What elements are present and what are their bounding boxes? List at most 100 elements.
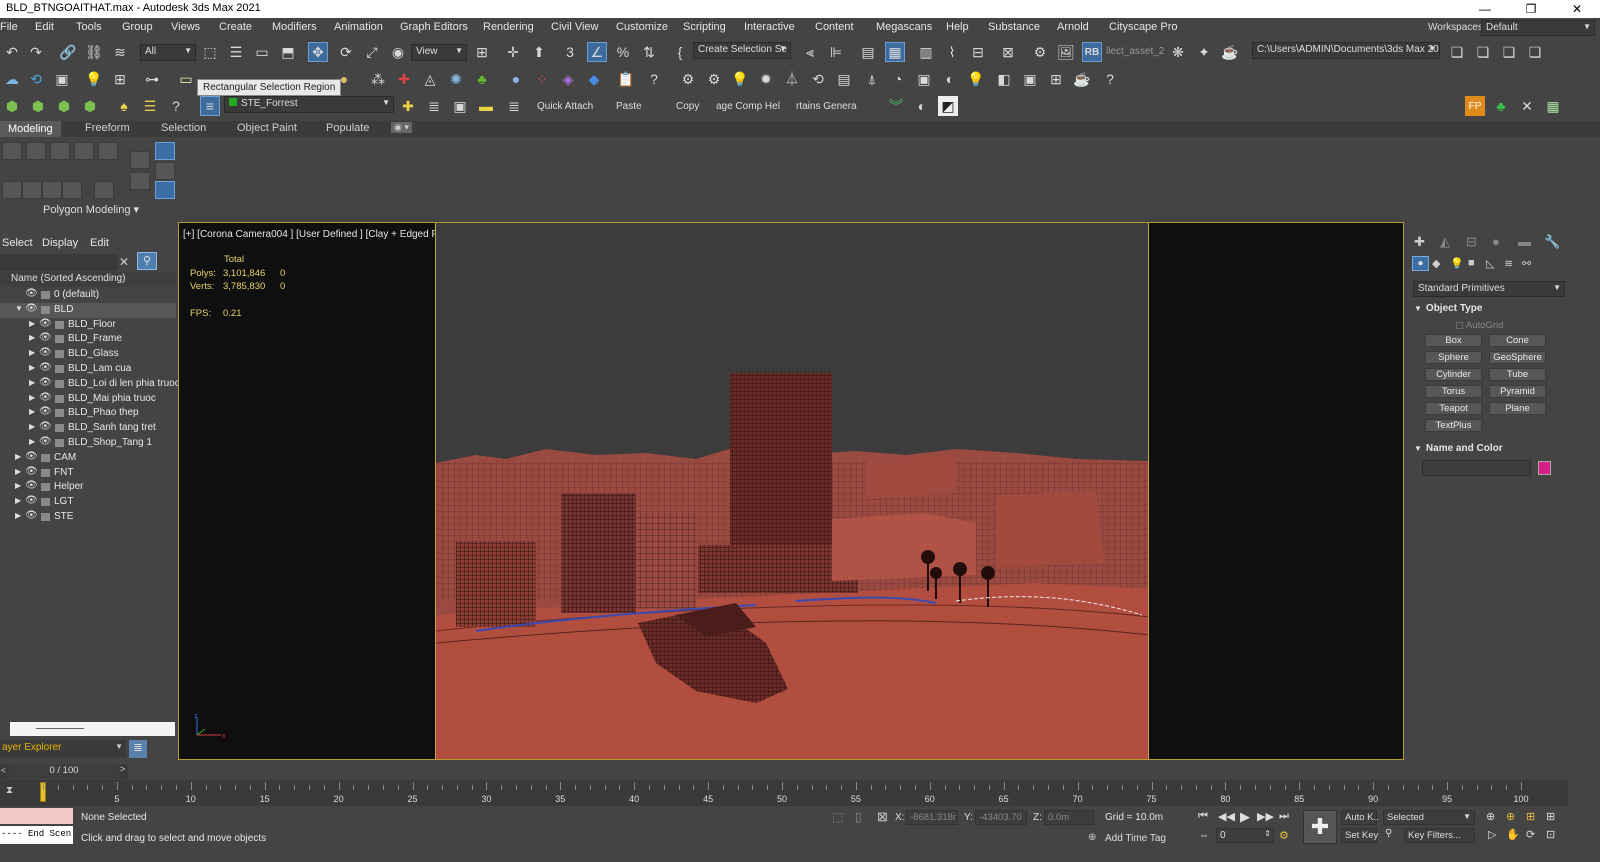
- plane-button[interactable]: Plane: [1489, 402, 1546, 415]
- list-icon[interactable]: ☰: [140, 96, 160, 116]
- polygon-tool-14-icon[interactable]: [62, 181, 82, 199]
- cameras-icon[interactable]: ■: [1468, 257, 1475, 269]
- key-mode-toggle-icon[interactable]: ⇔: [1199, 830, 1209, 841]
- polygon-tool-13-icon[interactable]: [42, 181, 62, 199]
- select-object-icon[interactable]: ⬚: [200, 42, 220, 62]
- lock-selection-icon[interactable]: ▯: [855, 810, 862, 824]
- systems-icon[interactable]: ⚯: [1522, 257, 1531, 270]
- menu-interactive[interactable]: Interactive: [744, 21, 795, 33]
- visibility-eye-icon[interactable]: 👁: [25, 288, 38, 299]
- tree-row[interactable]: ▶ 👁 BLD_Sanh tang tret: [0, 421, 176, 436]
- expand-right-icon[interactable]: ▶: [15, 467, 21, 476]
- menu-arnold[interactable]: Arnold: [1057, 21, 1089, 33]
- align-icon[interactable]: ⊫: [826, 42, 846, 62]
- key-filters-button[interactable]: Key Filters...: [1404, 828, 1475, 843]
- tree-row[interactable]: ▶ 👁 BLD_Mai phia truoc: [0, 392, 176, 407]
- tool-p-icon[interactable]: ☕: [1072, 69, 1092, 89]
- time-configuration-icon[interactable]: ⚙: [1279, 829, 1289, 842]
- zoom-extents-all-icon[interactable]: ⊞: [1546, 810, 1555, 823]
- asset-snowflake-icon[interactable]: ❋: [1168, 42, 1188, 62]
- teapot-icon[interactable]: ☕: [1220, 42, 1240, 62]
- tool-f-icon[interactable]: ⟲: [808, 69, 828, 89]
- visibility-eye-icon[interactable]: 👁: [25, 480, 38, 491]
- cloud-icon[interactable]: ☁: [2, 69, 22, 89]
- time-slider-next-icon[interactable]: >: [119, 764, 128, 779]
- play-icon[interactable]: ▶: [1240, 809, 1250, 825]
- select-and-scale-icon[interactable]: ⤢: [362, 42, 382, 62]
- tool-n-icon[interactable]: ▣: [1020, 69, 1040, 89]
- name-and-color-rollout[interactable]: ▼ Name and Color: [1414, 443, 1503, 454]
- fp-icon[interactable]: FP: [1465, 96, 1485, 116]
- expand-right-icon[interactable]: ▶: [15, 496, 21, 505]
- tool-g-icon[interactable]: ▤: [834, 69, 854, 89]
- help-icon[interactable]: ?: [1100, 69, 1120, 89]
- trains-generator-button[interactable]: rtains Genera: [796, 101, 857, 112]
- tool-d-icon[interactable]: ✹: [756, 69, 776, 89]
- bind-spacewarp-icon[interactable]: ≋: [110, 42, 130, 62]
- tree-row[interactable]: ▶ 👁 BLD_Loi di len phia truoc: [0, 377, 180, 392]
- red-tool-icon[interactable]: ✚: [394, 69, 414, 89]
- object-color-swatch[interactable]: [1538, 461, 1551, 475]
- tab-freeform[interactable]: Freeform: [85, 122, 130, 134]
- selection-filter-dropdown[interactable]: All ▼: [140, 44, 196, 61]
- box-button[interactable]: Box: [1425, 334, 1482, 347]
- z-coordinate-field[interactable]: 0.0m: [1044, 810, 1094, 825]
- layer-manager-icon[interactable]: ≡: [200, 96, 220, 116]
- selection-set-dropdown[interactable]: Selected ▼: [1383, 810, 1475, 825]
- track-bar[interactable]: ⧗ 5 10 15 20 25 30 35 40 45 50 55 60 65 70 75 80 85 90 95 1…: [0, 780, 1568, 806]
- keyboard-shortcut-override-icon[interactable]: ⬆: [529, 42, 549, 62]
- menu-civil-view[interactable]: Civil View: [551, 21, 598, 33]
- snaps-toggle-icon[interactable]: 3: [560, 42, 580, 62]
- material-editor-icon[interactable]: ⊠: [998, 42, 1018, 62]
- render-setup-icon[interactable]: ⚙: [1030, 42, 1050, 62]
- layer-explorer-icon[interactable]: ▦: [885, 42, 905, 62]
- layers-icon[interactable]: ≣: [424, 96, 444, 116]
- time-slider-prev-icon[interactable]: <: [0, 764, 9, 779]
- tool-b-icon[interactable]: ⚙: [704, 69, 724, 89]
- expand-right-icon[interactable]: ▶: [29, 437, 35, 446]
- viewport-label[interactable]: [+] [Corona Camera004 ] [User Defined ] …: [183, 229, 464, 240]
- explorer-layers-icon[interactable]: ≣: [129, 740, 147, 758]
- stack-icon[interactable]: ≣: [504, 96, 524, 116]
- tool-j-icon[interactable]: ▣: [914, 69, 934, 89]
- maxscript-listener-input[interactable]: [0, 808, 73, 824]
- torus-button[interactable]: Torus: [1425, 385, 1482, 398]
- help-circle-icon[interactable]: ?: [644, 69, 664, 89]
- asset-field[interactable]: llect_asset_2: [1106, 46, 1164, 57]
- paste-button[interactable]: Paste: [616, 101, 642, 112]
- scene-explorer-icon[interactable]: ▤: [858, 42, 878, 62]
- autogrid-checkbox[interactable]: AutoGrid: [1456, 320, 1504, 331]
- tab-object-paint[interactable]: Object Paint: [237, 122, 297, 134]
- object-type-rollout[interactable]: ▼ Object Type: [1414, 303, 1482, 314]
- menu-animation[interactable]: Animation: [334, 21, 383, 33]
- redo-icon[interactable]: ↷: [26, 42, 46, 62]
- question-icon[interactable]: ?: [166, 96, 186, 116]
- polygon-tool-7-icon[interactable]: [130, 172, 150, 190]
- curve-editor-icon[interactable]: ⌇: [942, 42, 962, 62]
- expand-right-icon[interactable]: ▶: [29, 422, 35, 431]
- polygon-tool-10-icon[interactable]: [155, 181, 175, 199]
- polygon-tool-12-icon[interactable]: [22, 181, 42, 199]
- visibility-eye-icon[interactable]: 👁: [25, 451, 38, 462]
- window-crossing-icon[interactable]: ⬒: [278, 42, 298, 62]
- polygon-tool-3-icon[interactable]: [50, 142, 70, 160]
- current-frame-field[interactable]: 0 ⇕: [1216, 828, 1274, 843]
- maxscript-output[interactable]: ---- End Scen: [0, 826, 73, 844]
- schematic-view-icon[interactable]: ⊟: [968, 42, 988, 62]
- add-to-layer-icon[interactable]: ▣: [450, 96, 470, 116]
- utilities-tab-icon[interactable]: 🔧: [1544, 234, 1560, 250]
- window-layout-1-icon[interactable]: ❏: [1447, 42, 1467, 62]
- clear-search-icon[interactable]: ✕: [119, 255, 129, 269]
- forest-icon[interactable]: ♣: [1491, 96, 1511, 116]
- frame-icon[interactable]: ▣: [52, 69, 72, 89]
- expand-right-icon[interactable]: ▶: [29, 378, 35, 387]
- goto-end-icon[interactable]: ⏭: [1279, 810, 1289, 823]
- polygon-tool-6-icon[interactable]: [130, 151, 150, 169]
- menu-modifiers[interactable]: Modifiers: [272, 21, 317, 33]
- polygon-tool-1-icon[interactable]: [2, 142, 22, 160]
- window-layout-3-icon[interactable]: ❏: [1499, 42, 1519, 62]
- goto-start-icon[interactable]: ⏮: [1198, 810, 1208, 823]
- absolute-mode-icon[interactable]: ⊠: [877, 809, 888, 825]
- polygon-modeling-panel-label[interactable]: Polygon Modeling ▾: [43, 203, 139, 216]
- proxy-icon[interactable]: ◬: [420, 69, 440, 89]
